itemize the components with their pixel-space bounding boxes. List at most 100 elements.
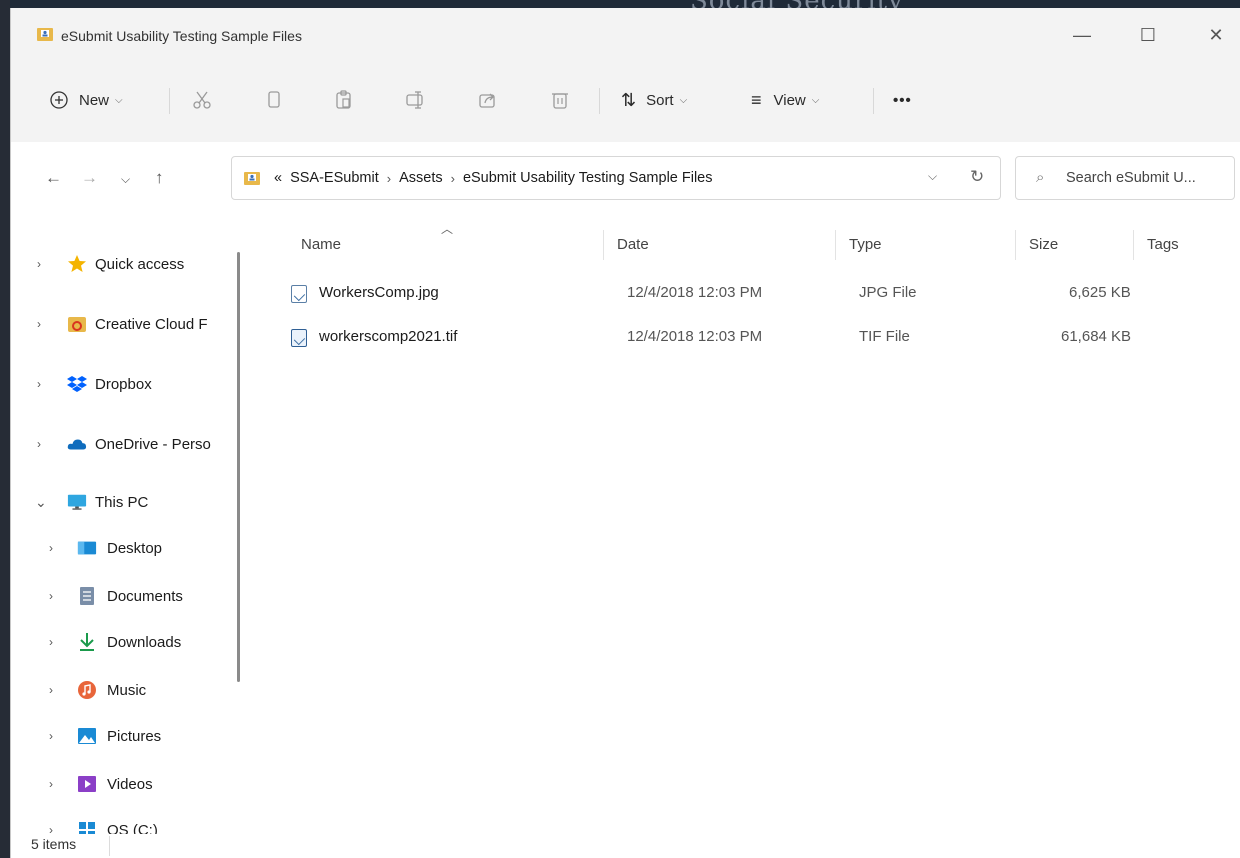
column-divider[interactable] (835, 230, 836, 260)
item-count: 5 items (31, 836, 77, 852)
address-history-chevron-icon[interactable]: ⌵ (928, 169, 937, 184)
sidebar-item-label: OneDrive - Perso (95, 435, 211, 453)
more-options-button[interactable]: ••• (893, 82, 912, 118)
status-bar: 5 items (11, 834, 1240, 858)
file-row[interactable]: WorkersComp.jpg 12/4/2018 12:03 PM JPG F… (287, 276, 1227, 312)
chevron-right-icon[interactable]: › (37, 257, 41, 271)
column-header-tags[interactable]: Tags (1147, 236, 1179, 253)
breadcrumb-item[interactable]: eSubmit Usability Testing Sample Files (463, 170, 713, 186)
sidebar-item-pictures[interactable]: › Pictures (11, 718, 251, 754)
sidebar-item-label: Documents (107, 587, 183, 605)
column-header-date[interactable]: Date (617, 236, 649, 253)
address-bar[interactable]: « SSA-ESubmit › Assets › eSubmit Usabili… (231, 156, 1001, 200)
minimize-button[interactable]: — (1059, 16, 1105, 54)
onedrive-icon (67, 434, 87, 454)
file-size: 6,625 KB (1069, 284, 1131, 301)
paste-icon (336, 90, 351, 109)
file-list: ︿ Name Date Type Size Tags WorkersComp.j… (259, 214, 1240, 834)
drive-icon (77, 820, 97, 834)
star-icon (67, 254, 87, 274)
chevron-right-icon[interactable]: › (49, 635, 53, 649)
chevron-right-icon[interactable]: › (49, 541, 53, 555)
image-file-icon (291, 329, 307, 347)
copy-button[interactable] (263, 82, 285, 118)
window-title: eSubmit Usability Testing Sample Files (61, 28, 302, 44)
sidebar-item-videos[interactable]: › Videos (11, 766, 251, 802)
music-icon (77, 680, 97, 700)
plus-circle-icon (50, 91, 68, 109)
videos-icon (77, 774, 97, 794)
copy-icon (268, 91, 280, 108)
chevron-right-icon[interactable]: › (49, 823, 53, 834)
title-bar[interactable]: eSubmit Usability Testing Sample Files —… (11, 8, 1240, 66)
sidebar-item-dropbox[interactable]: › Dropbox (11, 366, 251, 402)
desktop-icon (77, 538, 97, 558)
breadcrumb-overflow[interactable]: « (274, 170, 282, 186)
recent-locations-chevron-icon[interactable]: ⌵ (121, 172, 130, 187)
sidebar-item-label: Dropbox (95, 375, 152, 393)
chevron-right-icon[interactable]: › (49, 589, 53, 603)
view-button[interactable]: ≡ View ⌵ (751, 82, 819, 118)
chevron-right-icon[interactable]: › (49, 729, 53, 743)
breadcrumb-separator[interactable]: › (451, 171, 455, 186)
sidebar-item-quick-access[interactable]: › Quick access (11, 246, 251, 282)
new-button[interactable]: New ⌵ (49, 82, 123, 118)
up-arrow-icon[interactable]: ↑ (155, 168, 164, 188)
sidebar-item-music[interactable]: › Music (11, 672, 251, 708)
file-name: workerscomp2021.tif (319, 328, 458, 345)
column-header-name[interactable]: Name (301, 236, 341, 253)
dropbox-icon (67, 374, 87, 394)
sidebar-item-desktop[interactable]: › Desktop (11, 530, 251, 566)
chevron-right-icon[interactable]: › (49, 777, 53, 791)
file-row[interactable]: workerscomp2021.tif 12/4/2018 12:03 PM T… (287, 320, 1227, 356)
forward-arrow-icon[interactable]: → (81, 168, 98, 188)
desktop-background-left (0, 0, 10, 858)
sidebar-item-label: OS (C:) (107, 821, 158, 835)
image-file-icon (291, 285, 307, 303)
breadcrumb-item[interactable]: Assets (399, 170, 443, 186)
delete-button[interactable] (549, 82, 571, 118)
sort-button[interactable]: ⇅ Sort ⌵ (621, 82, 687, 118)
file-date: 12/4/2018 12:03 PM (627, 328, 763, 345)
refresh-icon[interactable]: ↻ (970, 167, 984, 187)
sidebar-item-onedrive[interactable]: › OneDrive - Perso (11, 426, 251, 462)
folder-app-icon (37, 28, 53, 41)
chevron-right-icon[interactable]: › (37, 377, 41, 391)
breadcrumb-item[interactable]: SSA-ESubmit (290, 170, 379, 186)
sort-ascending-icon: ︿ (441, 222, 454, 236)
column-header-type[interactable]: Type (849, 236, 882, 253)
sidebar-item-creative-cloud[interactable]: › Creative Cloud F (11, 306, 251, 342)
sidebar-item-os-drive[interactable]: › OS (C:) (11, 812, 251, 834)
chevron-right-icon[interactable]: › (37, 437, 41, 451)
column-divider[interactable] (1133, 230, 1134, 260)
share-button[interactable] (477, 82, 499, 118)
column-divider[interactable] (1015, 230, 1016, 260)
maximize-button[interactable]: ☐ (1125, 16, 1171, 54)
column-divider[interactable] (603, 230, 604, 260)
search-icon: ⌕ (1036, 169, 1045, 186)
search-box[interactable]: ⌕ (1015, 156, 1235, 200)
search-input[interactable] (1066, 157, 1234, 199)
file-type: JPG File (859, 284, 917, 301)
chevron-right-icon[interactable]: › (49, 683, 53, 697)
back-arrow-icon[interactable]: ← (45, 168, 62, 188)
chevron-down-icon[interactable]: ⌄ (35, 494, 47, 511)
cut-button[interactable] (191, 82, 213, 118)
sidebar-item-downloads[interactable]: › Downloads (11, 624, 251, 660)
column-header-size[interactable]: Size (1029, 236, 1058, 253)
sidebar-item-label: Creative Cloud F (95, 315, 208, 333)
sidebar-item-label: This PC (95, 493, 149, 511)
sidebar-item-this-pc[interactable]: ⌄ This PC (11, 484, 251, 520)
toolbar-divider (599, 88, 600, 114)
sidebar-item-documents[interactable]: › Documents (11, 578, 251, 614)
paste-button[interactable] (333, 82, 355, 118)
command-bar: New ⌵ ⇅ Sort ⌵ ≡ View ⌵ ••• (11, 76, 1240, 124)
window-chrome: eSubmit Usability Testing Sample Files —… (11, 8, 1240, 142)
file-size: 61,684 KB (1061, 328, 1132, 345)
sidebar-item-label: Pictures (107, 727, 162, 745)
file-name: WorkersComp.jpg (319, 284, 439, 301)
breadcrumb-separator[interactable]: › (387, 171, 391, 186)
close-button[interactable]: ✕ (1193, 16, 1239, 54)
rename-button[interactable] (405, 82, 427, 118)
chevron-right-icon[interactable]: › (37, 317, 41, 331)
